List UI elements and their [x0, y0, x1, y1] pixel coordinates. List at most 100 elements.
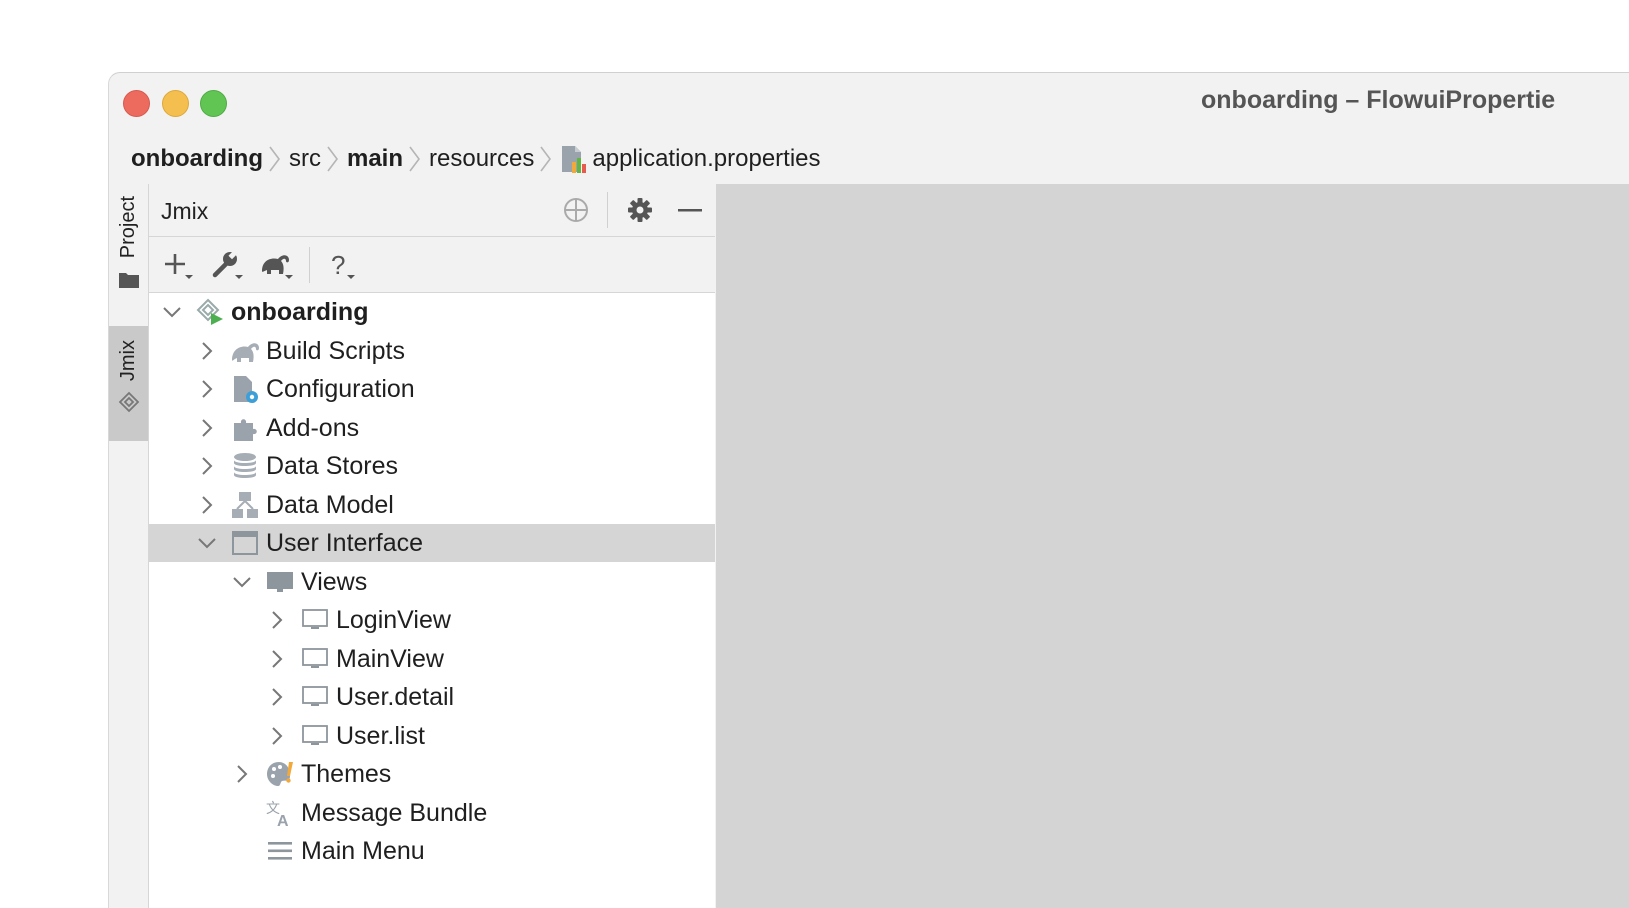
chevron-right-icon[interactable]: [231, 763, 253, 785]
chevron-down-icon[interactable]: [161, 301, 183, 323]
chevron-right-icon[interactable]: [266, 648, 288, 670]
wrench-icon[interactable]: [211, 249, 247, 281]
translate-icon: 文A: [266, 800, 289, 828]
tree-item-label: MainView: [336, 644, 444, 673]
database-icon: [234, 453, 256, 478]
tree-item-build-scripts[interactable]: Build Scripts: [149, 332, 715, 370]
jmix-project-icon: [196, 298, 223, 325]
chevron-right-icon[interactable]: [196, 455, 218, 477]
svg-text:A: A: [277, 813, 289, 828]
window-icon: [232, 531, 258, 555]
tree-item-data-model[interactable]: Data Model: [149, 486, 715, 524]
tree-item-label: Themes: [301, 759, 392, 788]
ide-body: Project Jmix Jmix ? onboarding Build Scr…: [109, 184, 1629, 908]
close-window-button[interactable]: [123, 90, 150, 117]
tree-item-label: User.list: [336, 721, 425, 750]
ide-window: onboarding – FlowuiPropertie onboarding …: [108, 72, 1629, 908]
chevron-right-icon[interactable]: [196, 340, 218, 362]
breadcrumb-item-onboarding[interactable]: onboarding: [131, 145, 263, 173]
side-tab-project-label: Project: [117, 196, 139, 259]
tool-window-strip: Project Jmix: [109, 184, 149, 908]
svg-text:?: ?: [331, 250, 345, 280]
tree-item-user-interface[interactable]: User Interface: [149, 524, 715, 562]
breadcrumb-item-application-properties[interactable]: application.properties: [560, 144, 821, 174]
chevron-down-icon[interactable]: [231, 571, 253, 593]
tree-item-loginview[interactable]: LoginView: [149, 601, 715, 639]
tree-item-label: LoginView: [336, 605, 451, 634]
tree-item-configuration[interactable]: Configuration: [149, 370, 715, 408]
tree-item-label: Build Scripts: [266, 336, 405, 365]
chevron-right-icon[interactable]: [196, 494, 218, 516]
monitor-filled-icon: [267, 572, 293, 592]
minimize-icon[interactable]: [675, 195, 705, 225]
project-tree: onboarding Build Scripts Configuration Add-…: [149, 293, 715, 908]
monitor-icon: [302, 686, 328, 706]
properties-file-icon: [562, 146, 587, 173]
jmix-icon: [118, 391, 139, 413]
tree-item-label: Main Menu: [301, 836, 425, 865]
breadcrumb: onboarding src main resources applicatio…: [131, 141, 821, 177]
side-tab-project[interactable]: Project: [109, 196, 148, 308]
jmix-tool-window: Jmix ? onboarding Build Scripts Configur…: [149, 184, 715, 908]
tree-item-label: Data Stores: [266, 451, 399, 480]
data-model-icon: [232, 492, 258, 518]
gear-icon[interactable]: [625, 195, 655, 225]
breadcrumb-separator-icon: [540, 146, 552, 172]
gradle-elephant-icon: [232, 343, 259, 362]
palette-icon: [267, 762, 293, 786]
maximize-window-button[interactable]: [200, 90, 227, 117]
chevron-right-icon[interactable]: [266, 686, 288, 708]
spacer: [231, 802, 253, 824]
puzzle-icon: [234, 419, 257, 441]
tree-item-views[interactable]: Views: [149, 563, 715, 601]
tree-item-label: Data Model: [266, 490, 394, 519]
toolbar-divider: [309, 247, 310, 283]
side-tab-jmix-label: Jmix: [117, 340, 139, 382]
breadcrumb-separator-icon: [269, 146, 280, 172]
breadcrumb-item-resources[interactable]: resources: [429, 145, 534, 173]
monitor-icon: [302, 648, 328, 668]
chevron-down-icon[interactable]: [196, 532, 218, 554]
folder-icon: [118, 273, 139, 289]
chevron-right-icon[interactable]: [196, 378, 218, 400]
help-icon[interactable]: ?: [327, 249, 363, 281]
panel-title: Jmix: [161, 198, 209, 224]
breadcrumb-item-src[interactable]: src: [289, 145, 321, 173]
tree-item-data-stores[interactable]: Data Stores: [149, 447, 715, 485]
tree-item-add-ons[interactable]: Add-ons: [149, 409, 715, 447]
panel-header: Jmix: [149, 184, 715, 237]
configuration-icon: [234, 376, 258, 403]
tree-item-themes[interactable]: Themes: [149, 755, 715, 793]
tree-item-mainview[interactable]: MainView: [149, 640, 715, 678]
tree-item-label: Add-ons: [266, 413, 360, 442]
breadcrumb-item-main[interactable]: main: [347, 145, 403, 173]
breadcrumb-separator-icon: [327, 146, 338, 172]
chevron-right-icon[interactable]: [266, 725, 288, 747]
tree-item-label: onboarding: [231, 297, 369, 326]
editor-area: [716, 184, 1629, 908]
chevron-right-icon[interactable]: [266, 609, 288, 631]
tree-item-user-list[interactable]: User.list: [149, 717, 715, 755]
tree-item-label: Configuration: [266, 374, 415, 403]
breadcrumb-separator-icon: [409, 146, 420, 172]
locate-icon[interactable]: [561, 195, 591, 225]
gradle-elephant-icon[interactable]: [259, 249, 295, 281]
tree-item-message-bundle[interactable]: 文 A Message Bundle: [149, 794, 715, 832]
monitor-icon: [302, 609, 328, 629]
tree-item-label: Message Bundle: [301, 798, 488, 827]
header-divider: [607, 192, 608, 228]
tree-item-label: User.detail: [336, 682, 455, 711]
tree-item-label: User Interface: [266, 528, 424, 557]
tree-item-user-detail[interactable]: User.detail: [149, 678, 715, 716]
window-title: onboarding – FlowuiPropertie: [1201, 86, 1556, 114]
add-icon[interactable]: [163, 249, 199, 281]
panel-toolbar: ?: [149, 237, 715, 293]
spacer: [231, 840, 253, 862]
menu-icon: [268, 842, 292, 860]
monitor-icon: [302, 725, 328, 745]
tree-item-main-menu[interactable]: Main Menu: [149, 832, 715, 870]
tree-item-onboarding[interactable]: onboarding: [149, 293, 715, 331]
side-tab-jmix[interactable]: Jmix: [109, 326, 148, 441]
minimize-window-button[interactable]: [162, 90, 189, 117]
chevron-right-icon[interactable]: [196, 417, 218, 439]
